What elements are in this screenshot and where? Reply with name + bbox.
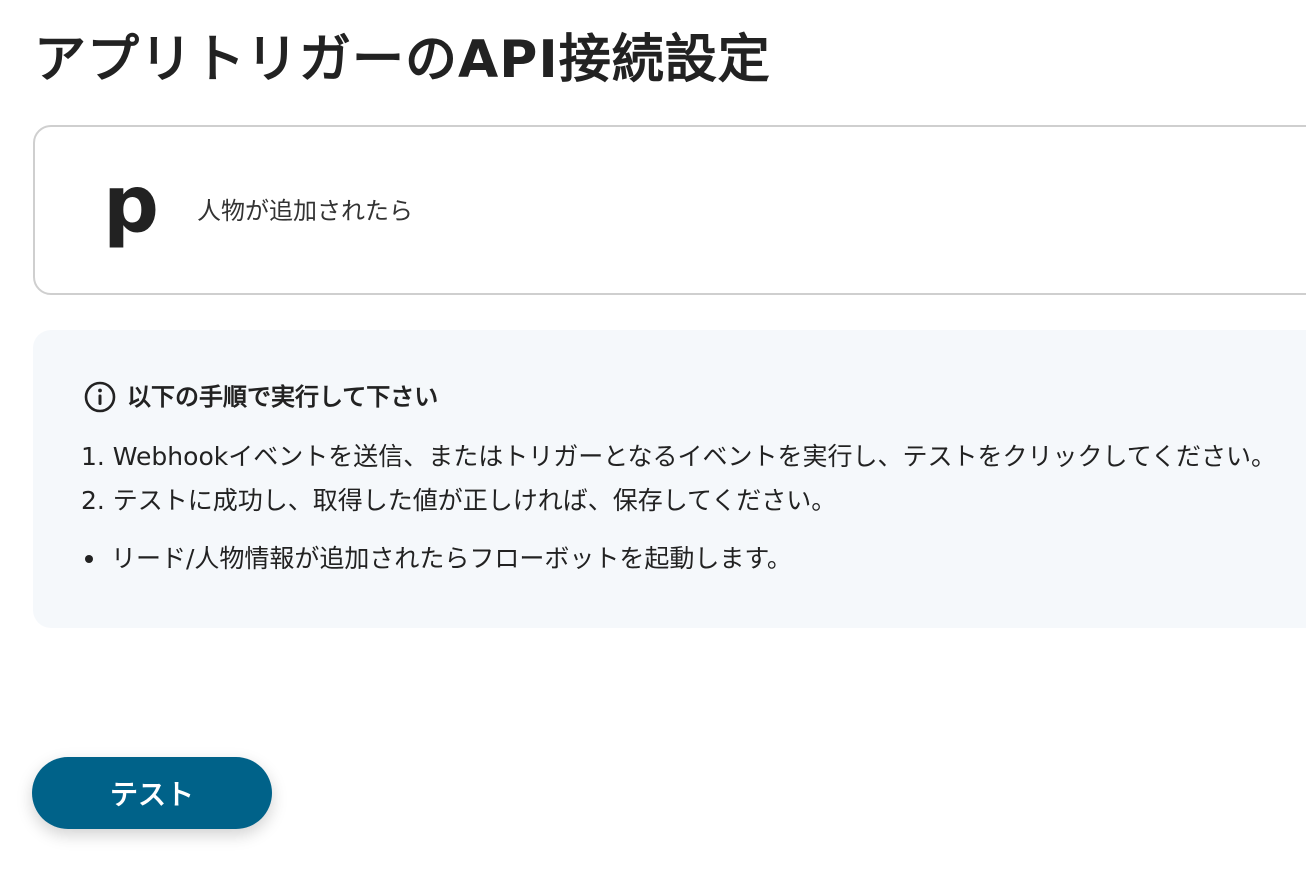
instruction-step-1: 1. Webhookイベントを送信、またはトリガーとなるイベントを実行し、テスト… (81, 442, 1276, 471)
test-button[interactable]: テスト (32, 757, 272, 829)
pipedrive-logo-icon: p (103, 160, 159, 250)
page-title: アプリトリガーのAPI接続設定 (34, 30, 771, 90)
instruction-note: リード/人物情報が追加されたらフローボットを起動します。 (85, 542, 792, 576)
instruction-step-2: 2. テストに成功し、取得した値が正しければ、保存してください。 (81, 486, 837, 515)
trigger-card[interactable]: p 人物が追加されたら (33, 125, 1306, 295)
instructions-panel: 以下の手順で実行して下さい 1. Webhookイベントを送信、またはトリガーと… (33, 330, 1306, 628)
instructions-title: 以下の手順で実行して下さい (127, 383, 439, 411)
instructions-header: 以下の手順で実行して下さい (83, 380, 438, 414)
bullet-icon (85, 555, 93, 563)
trigger-name: 人物が追加されたら (197, 197, 413, 225)
instruction-note-text: リード/人物情報が追加されたらフローボットを起動します。 (111, 544, 792, 573)
info-icon (84, 381, 116, 413)
